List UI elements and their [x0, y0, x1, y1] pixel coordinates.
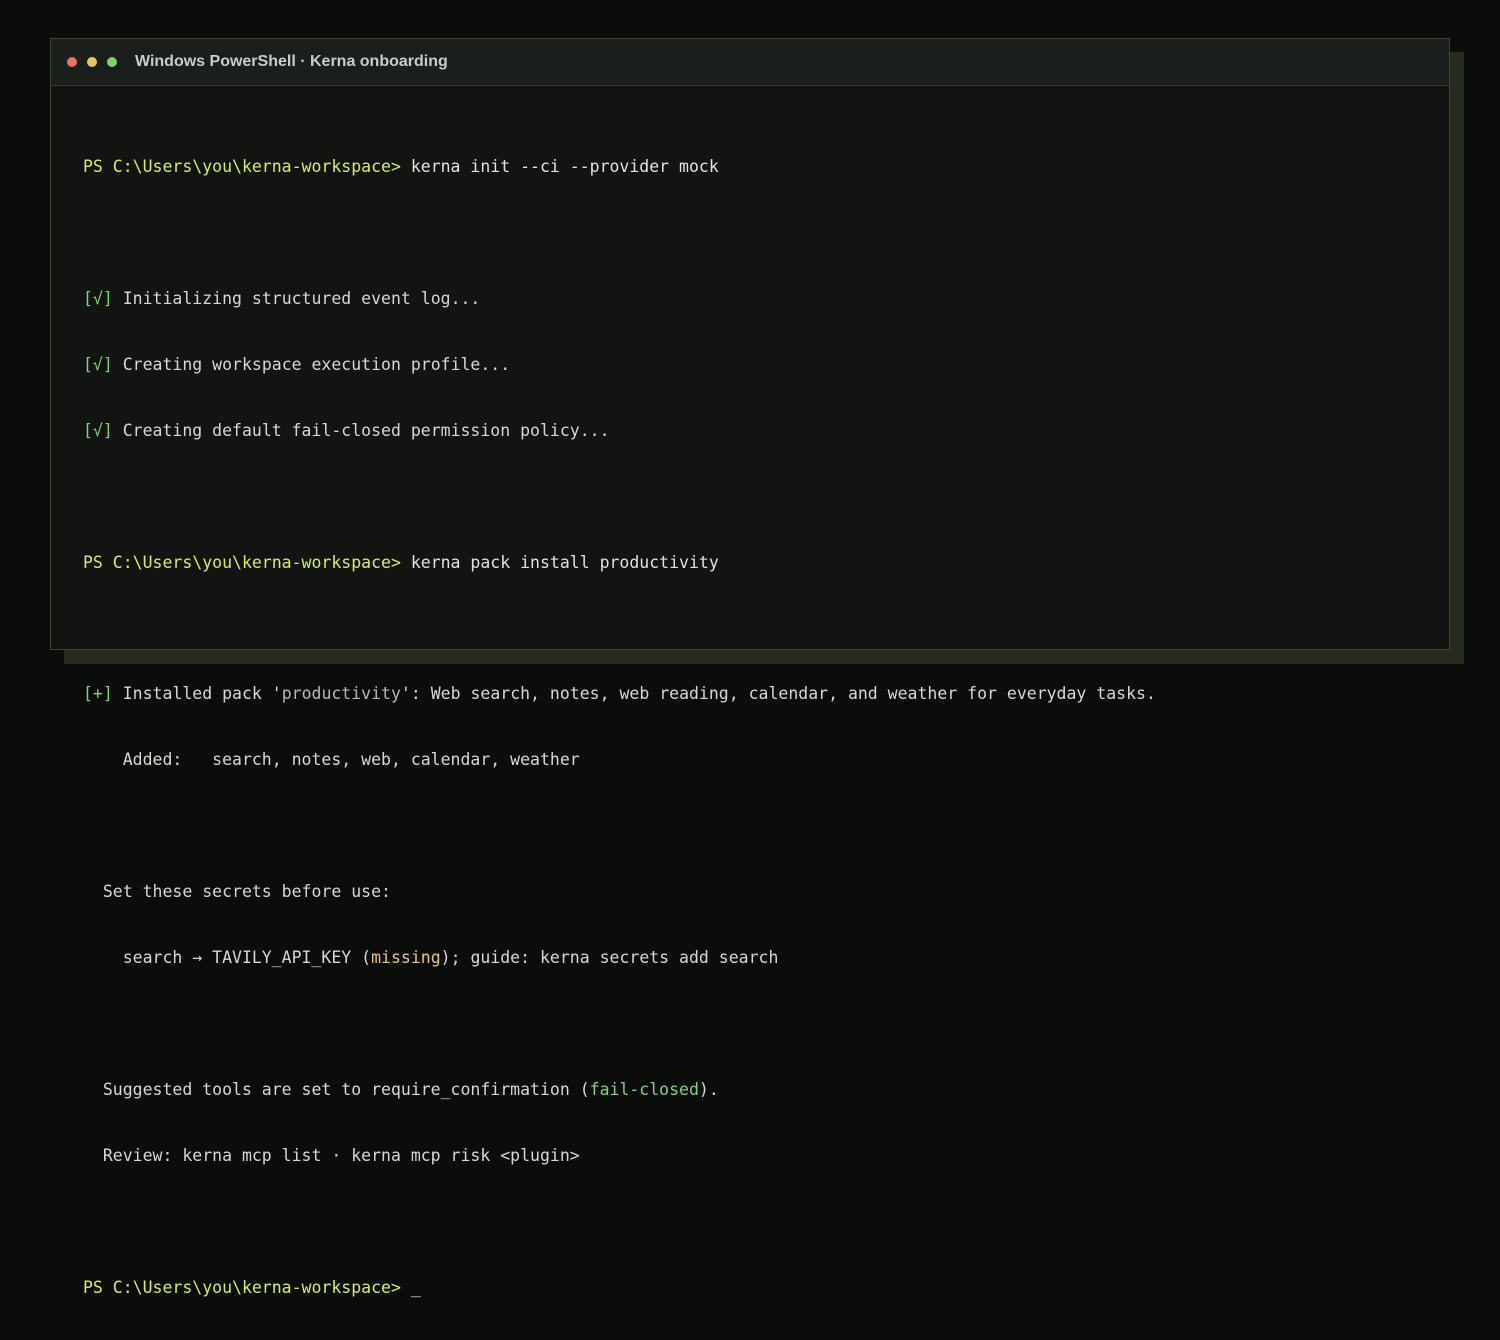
prompt: PS C:\Users\you\kerna-workspace>	[83, 157, 401, 176]
output-line: search → TAVILY_API_KEY (missing); guide…	[83, 944, 1449, 972]
output-text: Creating workspace execution profile...	[112, 354, 511, 374]
policy-status: fail-closed	[589, 1079, 699, 1099]
command-text: kerna init --ci --provider mock	[400, 157, 719, 176]
check-mark-icon: [√]	[83, 420, 113, 440]
output-text: search → TAVILY_API_KEY (	[83, 948, 372, 968]
prompt: PS C:\Users\you\kerna-workspace>	[83, 552, 401, 572]
output-text: Creating default fail-closed permission …	[112, 420, 610, 440]
window-title: Windows PowerShell · Kerna onboarding	[135, 53, 448, 70]
output-line: [√] Creating workspace execution profile…	[83, 351, 1449, 379]
output-text: Initializing structured event log...	[112, 288, 481, 308]
terminal-output[interactable]: PS C:\Users\you\kerna-workspace> kerna i…	[51, 86, 1449, 1340]
output-line: [√] Initializing structured event log...	[83, 285, 1449, 313]
output-line: Set these secrets before use:	[83, 882, 391, 902]
output-text: Suggested tools are set to require_confi…	[83, 1079, 590, 1099]
minimize-window-button[interactable]	[87, 57, 97, 67]
maximize-window-button[interactable]	[107, 57, 117, 67]
terminal-window: Windows PowerShell · Kerna onboarding PS…	[50, 38, 1450, 1297]
prompt: PS C:\Users\you\kerna-workspace>	[83, 1277, 401, 1297]
output-text: ).	[698, 1079, 719, 1099]
command-text: kerna pack install productivity	[400, 552, 719, 572]
close-window-button[interactable]	[67, 57, 77, 67]
output-line: [+] Installed pack 'productivity': Web s…	[83, 680, 1449, 708]
plus-icon: [+]	[83, 684, 113, 704]
title-bar[interactable]: Windows PowerShell · Kerna onboarding	[51, 39, 1449, 86]
check-mark-icon: [√]	[83, 354, 113, 374]
output-line: Suggested tools are set to require_confi…	[83, 1076, 1449, 1104]
output-text: ); guide: kerna secrets add search	[440, 948, 779, 968]
command-line[interactable]: PS C:\Users\you\kerna-workspace> _	[83, 1274, 1449, 1302]
command-line: PS C:\Users\you\kerna-workspace> kerna i…	[83, 153, 1449, 181]
check-mark-icon: [√]	[83, 288, 113, 308]
output-line: Added: search, notes, web, calendar, wea…	[83, 750, 580, 770]
cursor[interactable]: _	[401, 1278, 421, 1297]
pack-name: productivity	[281, 684, 401, 704]
secret-status: missing	[371, 948, 441, 968]
output-text: ': Web search, notes, web reading, calen…	[400, 684, 1156, 704]
output-line: [√] Creating default fail-closed permiss…	[83, 417, 1449, 445]
output-line: Review: kerna mcp list · kerna mcp risk …	[83, 1145, 580, 1165]
output-text: Installed pack '	[112, 684, 282, 704]
command-line: PS C:\Users\you\kerna-workspace> kerna p…	[83, 549, 1449, 577]
